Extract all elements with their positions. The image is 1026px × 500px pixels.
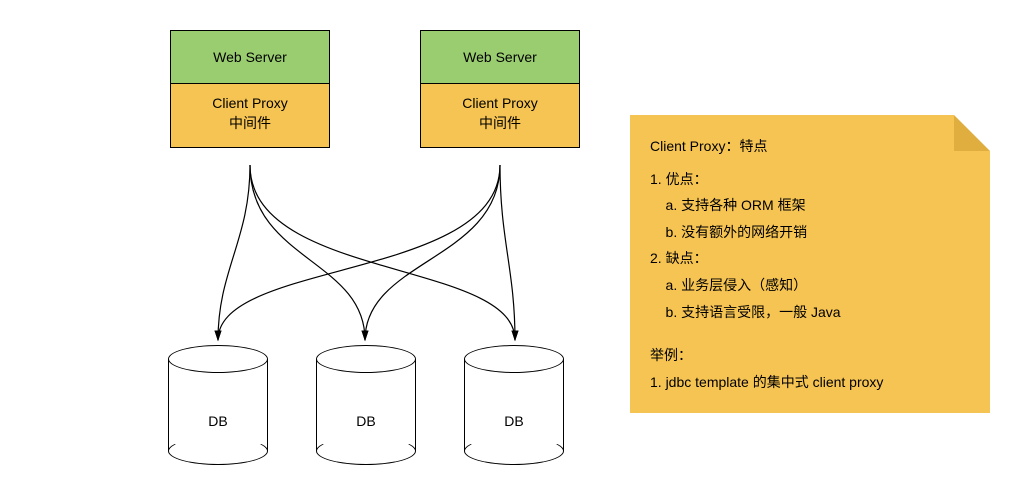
web-server-box: Web Server xyxy=(421,31,579,84)
client-proxy-label-line2: 中间件 xyxy=(479,115,521,131)
client-proxy-box: Client Proxy 中间件 xyxy=(171,84,329,147)
db-bottom xyxy=(168,437,268,465)
note-line: b. 没有额外的网络开销 xyxy=(650,219,972,246)
note-line: 2. 缺点： xyxy=(650,245,972,272)
server-stack-2: Web Server Client Proxy 中间件 xyxy=(420,30,580,148)
db-bottom xyxy=(464,437,564,465)
note-line xyxy=(650,325,972,342)
db-label: DB xyxy=(464,413,564,429)
note-line: a. 业务层侵入（感知） xyxy=(650,272,972,299)
db-top xyxy=(464,345,564,373)
db-top xyxy=(168,345,268,373)
sticky-note: Client Proxy：特点 1. 优点： a. 支持各种 ORM 框架 b.… xyxy=(630,115,990,413)
note-line: 举例： xyxy=(650,342,972,369)
client-proxy-box: Client Proxy 中间件 xyxy=(421,84,579,147)
client-proxy-label-line1: Client Proxy xyxy=(212,95,287,111)
note-line: b. 支持语言受限，一般 Java xyxy=(650,299,972,326)
note-line: 1. jdbc template 的集中式 client proxy xyxy=(650,369,972,396)
server-stack-1: Web Server Client Proxy 中间件 xyxy=(170,30,330,148)
web-server-label: Web Server xyxy=(213,49,287,65)
db-top xyxy=(316,345,416,373)
database-cylinder-2: DB xyxy=(316,345,416,455)
database-cylinder-3: DB xyxy=(464,345,564,455)
database-cylinder-1: DB xyxy=(168,345,268,455)
note-title: Client Proxy：特点 xyxy=(650,133,972,160)
note-fold-corner xyxy=(954,115,990,151)
note-line: 1. 优点： xyxy=(650,166,972,193)
db-bottom xyxy=(316,437,416,465)
web-server-box: Web Server xyxy=(171,31,329,84)
web-server-label: Web Server xyxy=(463,49,537,65)
client-proxy-label-line1: Client Proxy xyxy=(462,95,537,111)
note-line: a. 支持各种 ORM 框架 xyxy=(650,192,972,219)
db-label: DB xyxy=(168,413,268,429)
client-proxy-label-line2: 中间件 xyxy=(229,115,271,131)
diagram-canvas: Web Server Client Proxy 中间件 Web Server C… xyxy=(0,0,1026,500)
db-label: DB xyxy=(316,413,416,429)
